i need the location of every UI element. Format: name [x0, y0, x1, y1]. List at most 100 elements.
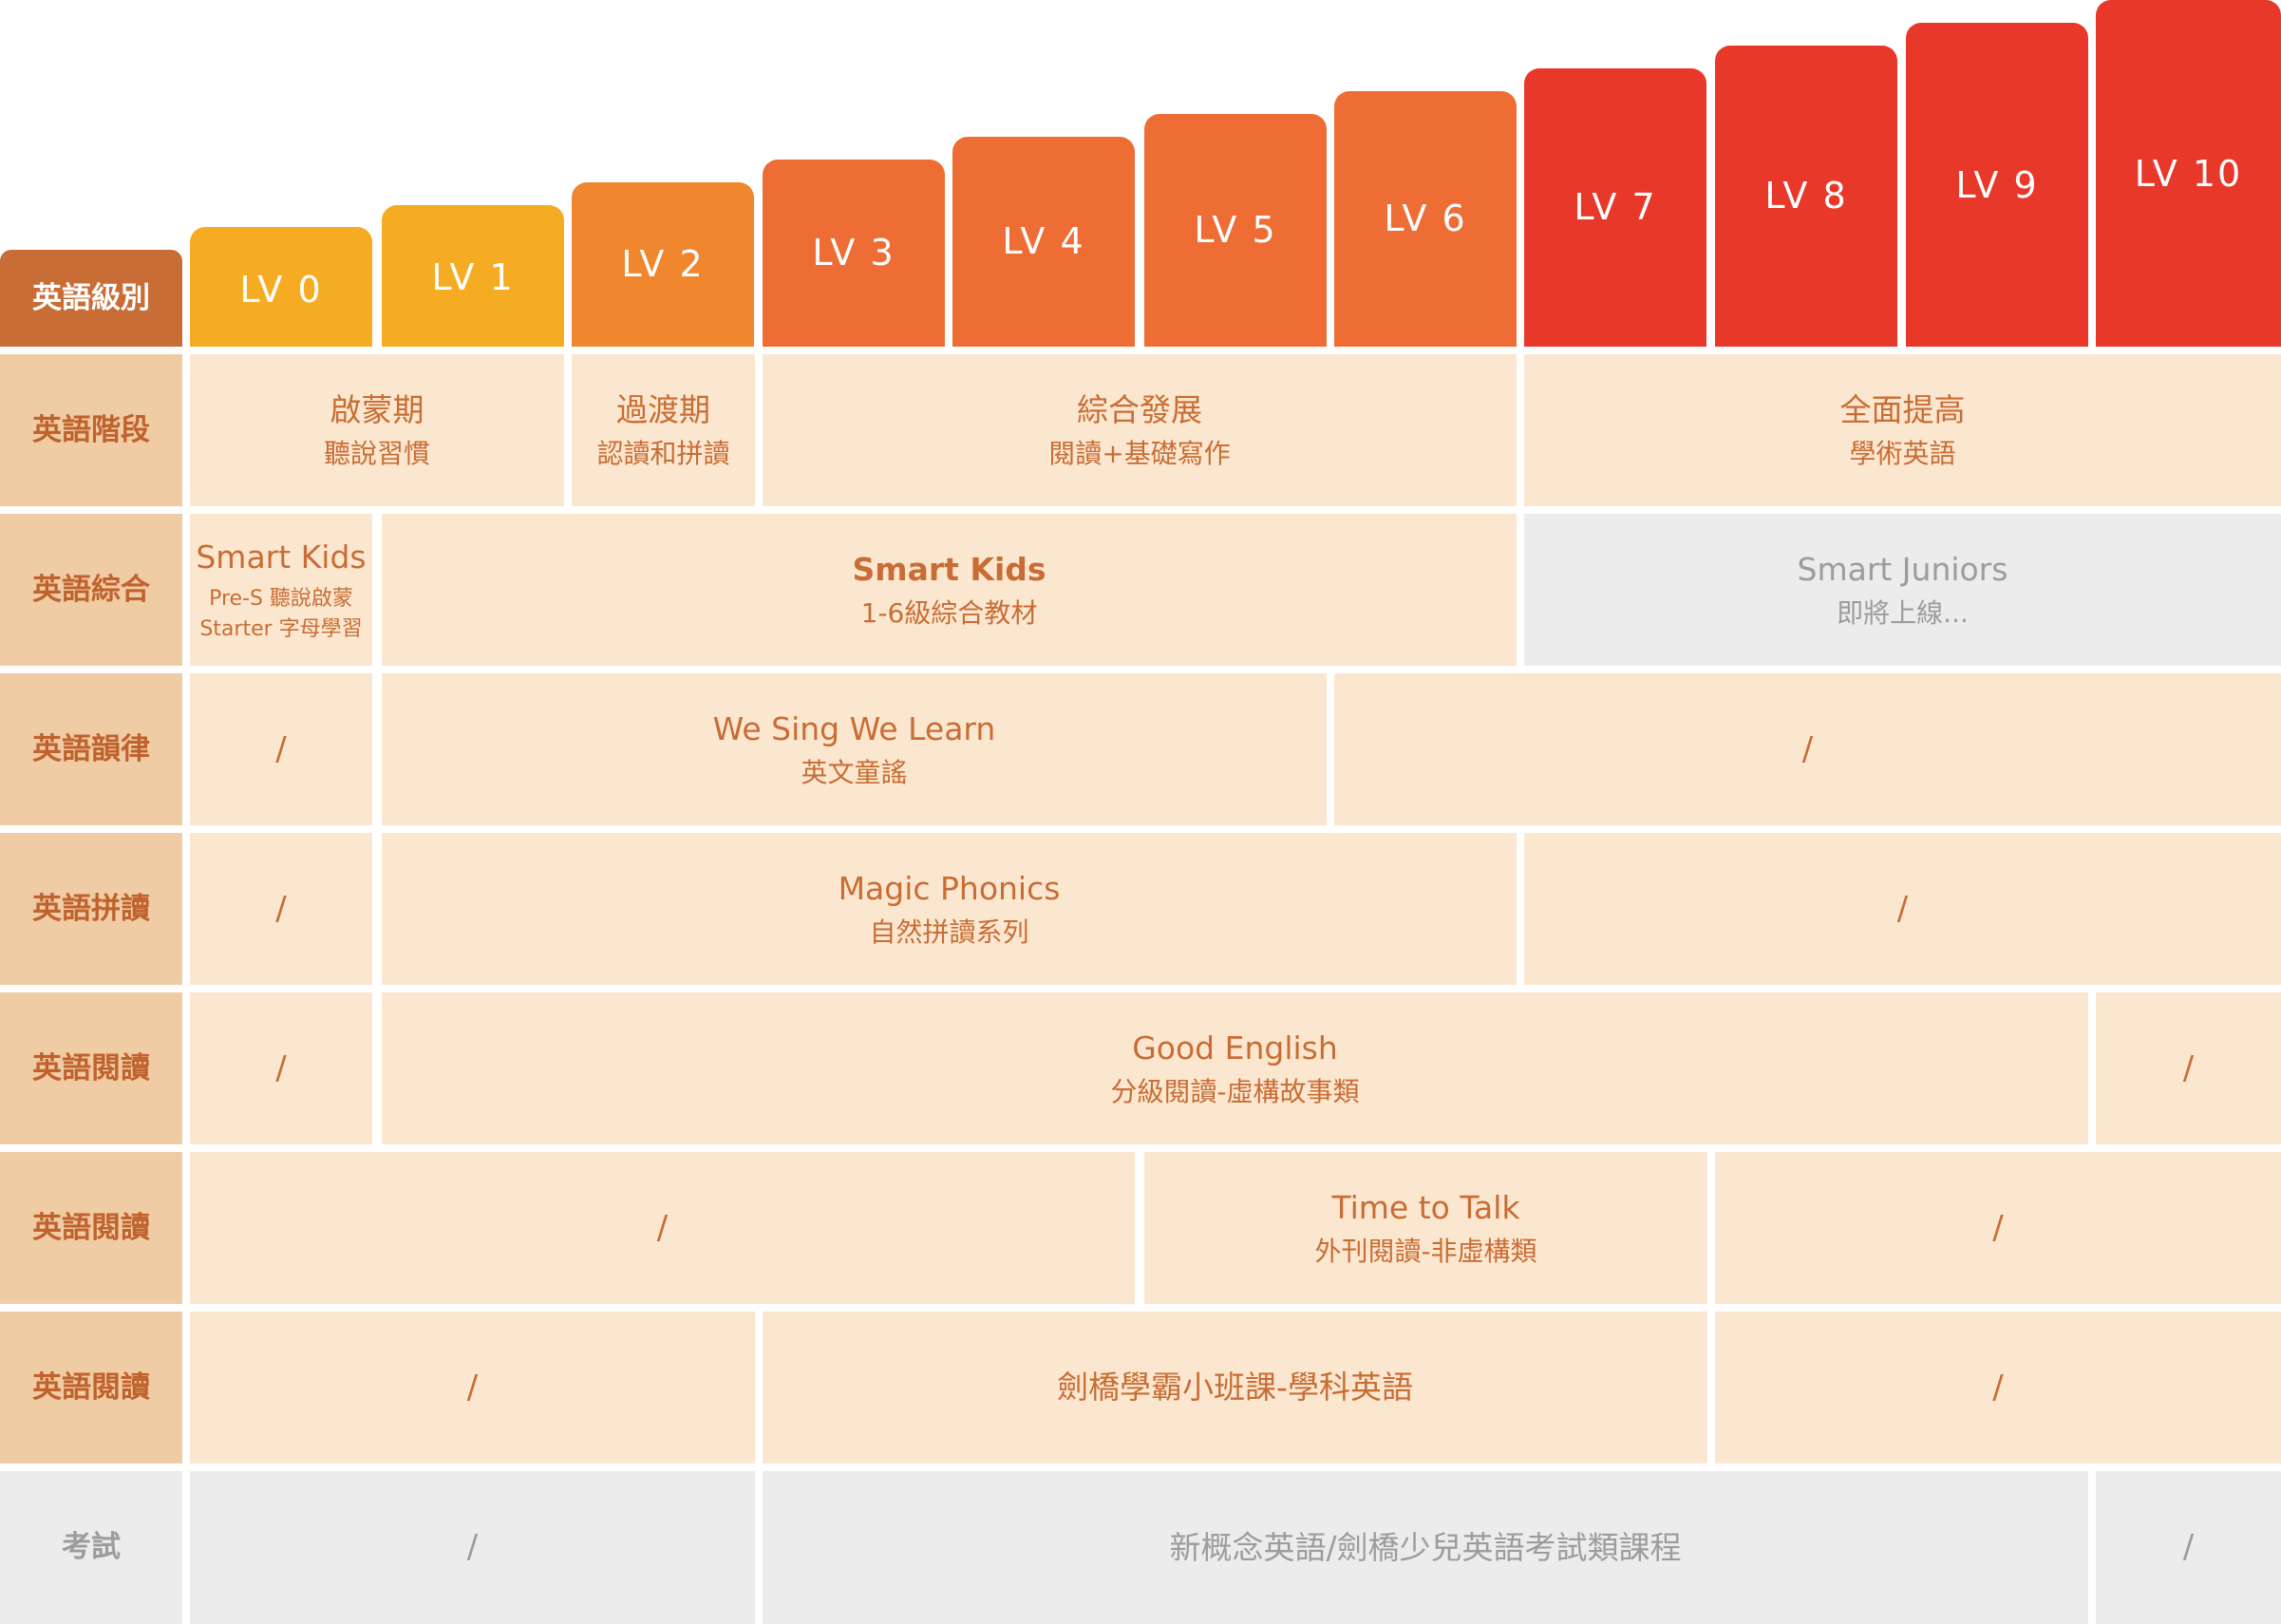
exam-empty-end-mark: / — [2182, 1528, 2195, 1567]
course-we-sing-we-learn-sub: 英文童謠 — [801, 757, 908, 789]
row-label-exam: 考試 — [0, 1471, 182, 1624]
level-lv9-label: LV 9 — [1955, 164, 2039, 206]
row-label-reading-2-text: 英語閱讀 — [32, 1210, 150, 1245]
course-cambridge-small-class-title: 劍橋學霸小班課-學科英語 — [1057, 1369, 1413, 1407]
course-cambridge-small-class: 劍橋學霸小班課-學科英語 — [763, 1312, 1707, 1463]
level-lv5-label: LV 5 — [1194, 209, 1277, 251]
course-smart-juniors-sub: 即將上線... — [1837, 597, 1969, 630]
stage-advanced: 全面提高 學術英語 — [1524, 354, 2281, 506]
stage-advanced-title: 全面提高 — [1839, 390, 1966, 428]
row-label-comprehensive-text: 英語綜合 — [32, 572, 150, 607]
phonics-empty-end-mark: / — [1896, 889, 1909, 928]
course-magic-phonics: Magic Phonics 自然拼讀系列 — [382, 833, 1517, 985]
level-lv8: LV 8 — [1715, 46, 1897, 347]
rhythm-empty-end-mark: / — [1801, 729, 1814, 768]
reading2-empty-end-mark: / — [1992, 1208, 2004, 1247]
phonics-empty-start: / — [190, 833, 372, 985]
exam-empty-start: / — [190, 1471, 755, 1624]
course-time-to-talk: Time to Talk 外刊閱讀-非虛構類 — [1144, 1152, 1707, 1304]
exam-empty-start-mark: / — [466, 1528, 479, 1567]
stage-enlightenment-sub: 聽說習慣 — [323, 438, 430, 470]
course-exam-prep-title: 新概念英語/劍橋少兒英語考試類課程 — [1169, 1528, 1682, 1566]
level-lv9: LV 9 — [1906, 23, 2088, 347]
level-lv7-label: LV 7 — [1574, 186, 1657, 228]
reading1-empty-end-mark: / — [2182, 1048, 2195, 1087]
row-label-phonics-text: 英語拼讀 — [32, 891, 150, 926]
row-label-stage: 英語階段 — [0, 354, 182, 506]
course-we-sing-we-learn-title: We Sing We Learn — [712, 709, 996, 747]
reading1-empty-start-mark: / — [275, 1048, 287, 1087]
reading2-empty-start-mark: / — [656, 1208, 669, 1247]
stage-comprehensive-sub: 閱讀+基礎寫作 — [1048, 438, 1231, 470]
level-lv0: LV 0 — [190, 227, 372, 347]
course-smart-juniors: Smart Juniors 即將上線... — [1524, 514, 2281, 666]
course-good-english: Good English 分級閱讀-虛構故事類 — [382, 992, 2088, 1144]
row-label-reading-1-text: 英語閱讀 — [32, 1050, 150, 1086]
row-label-comprehensive: 英語綜合 — [0, 514, 182, 666]
rhythm-empty-start: / — [190, 673, 372, 825]
level-lv1: LV 1 — [382, 205, 564, 347]
course-we-sing-we-learn: We Sing We Learn 英文童謠 — [382, 673, 1327, 825]
level-header-text: 英語級別 — [32, 280, 150, 315]
reading3-empty-end-mark: / — [1992, 1368, 2004, 1407]
course-exam-prep: 新概念英語/劍橋少兒英語考試類課程 — [763, 1471, 2088, 1624]
rhythm-empty-end: / — [1334, 673, 2281, 825]
level-lv2-label: LV 2 — [621, 243, 705, 285]
row-label-reading-2: 英語閱讀 — [0, 1152, 182, 1304]
level-header-label: 英語級別 — [0, 250, 182, 347]
reading3-empty-start-mark: / — [466, 1368, 479, 1407]
level-lv4: LV 4 — [952, 137, 1135, 347]
row-label-exam-text: 考試 — [62, 1530, 121, 1565]
stage-transition: 過渡期 認讀和拼讀 — [572, 354, 755, 506]
course-level-chart: 英語級別 LV 0 LV 1 LV 2 LV 3 LV 4 LV 5 LV 6 … — [0, 0, 2281, 1624]
level-lv7: LV 7 — [1524, 68, 1706, 347]
course-time-to-talk-title: Time to Talk — [1331, 1188, 1520, 1226]
reading1-empty-end: / — [2096, 992, 2281, 1144]
course-smart-kids-pre-title: Smart Kids — [196, 538, 367, 576]
course-smart-kids: Smart Kids 1-6級綜合教材 — [382, 514, 1517, 666]
row-label-reading-3: 英語閱讀 — [0, 1312, 182, 1463]
reading3-empty-start: / — [190, 1312, 755, 1463]
level-lv6-label: LV 6 — [1384, 198, 1467, 239]
course-magic-phonics-title: Magic Phonics — [838, 869, 1061, 907]
stage-transition-title: 過渡期 — [616, 390, 710, 428]
course-good-english-title: Good English — [1132, 1029, 1338, 1067]
row-label-reading-1: 英語閱讀 — [0, 992, 182, 1144]
course-smart-kids-pre-line2: Starter 字母學習 — [199, 616, 363, 641]
row-label-reading-3-text: 英語閱讀 — [32, 1369, 150, 1405]
row-label-rhythm: 英語韻律 — [0, 673, 182, 825]
phonics-empty-end: / — [1524, 833, 2281, 985]
course-smart-kids-title: Smart Kids — [852, 550, 1046, 588]
level-lv10: LV 10 — [2096, 0, 2281, 347]
row-label-stage-text: 英語階段 — [32, 412, 150, 447]
level-lv10-label: LV 10 — [2134, 153, 2243, 195]
stage-comprehensive: 綜合發展 閱讀+基礎寫作 — [763, 354, 1517, 506]
stage-enlightenment-title: 啟蒙期 — [330, 390, 424, 428]
level-lv8-label: LV 8 — [1764, 175, 1848, 217]
level-lv2: LV 2 — [572, 182, 754, 347]
stage-transition-sub: 認讀和拼讀 — [596, 438, 730, 470]
stage-comprehensive-title: 綜合發展 — [1077, 390, 1202, 428]
course-magic-phonics-sub: 自然拼讀系列 — [869, 916, 1029, 949]
row-label-phonics: 英語拼讀 — [0, 833, 182, 985]
level-lv1-label: LV 1 — [431, 256, 515, 298]
stage-advanced-sub: 學術英語 — [1849, 438, 1956, 470]
reading1-empty-start: / — [190, 992, 372, 1144]
rhythm-empty-start-mark: / — [275, 729, 287, 768]
course-smart-kids-pre: Smart Kids Pre-S 聽說啟蒙 Starter 字母學習 — [190, 514, 372, 666]
stage-enlightenment: 啟蒙期 聽說習慣 — [190, 354, 564, 506]
course-smart-kids-sub: 1-6級綜合教材 — [860, 597, 1038, 630]
row-label-rhythm-text: 英語韻律 — [32, 731, 150, 766]
level-lv4-label: LV 4 — [1002, 220, 1085, 262]
phonics-empty-start-mark: / — [275, 889, 287, 928]
level-lv0-label: LV 0 — [239, 269, 323, 311]
reading2-empty-start: / — [190, 1152, 1135, 1304]
exam-empty-end: / — [2096, 1471, 2281, 1624]
course-smart-kids-pre-line1: Pre-S 聽說啟蒙 — [209, 587, 353, 612]
course-good-english-sub: 分級閱讀-虛構故事類 — [1110, 1076, 1360, 1108]
course-time-to-talk-sub: 外刊閱讀-非虛構類 — [1314, 1236, 1537, 1268]
reading2-empty-end: / — [1715, 1152, 2281, 1304]
course-smart-juniors-title: Smart Juniors — [1797, 550, 2008, 588]
level-lv3-label: LV 3 — [812, 232, 895, 274]
level-lv5: LV 5 — [1144, 114, 1327, 347]
